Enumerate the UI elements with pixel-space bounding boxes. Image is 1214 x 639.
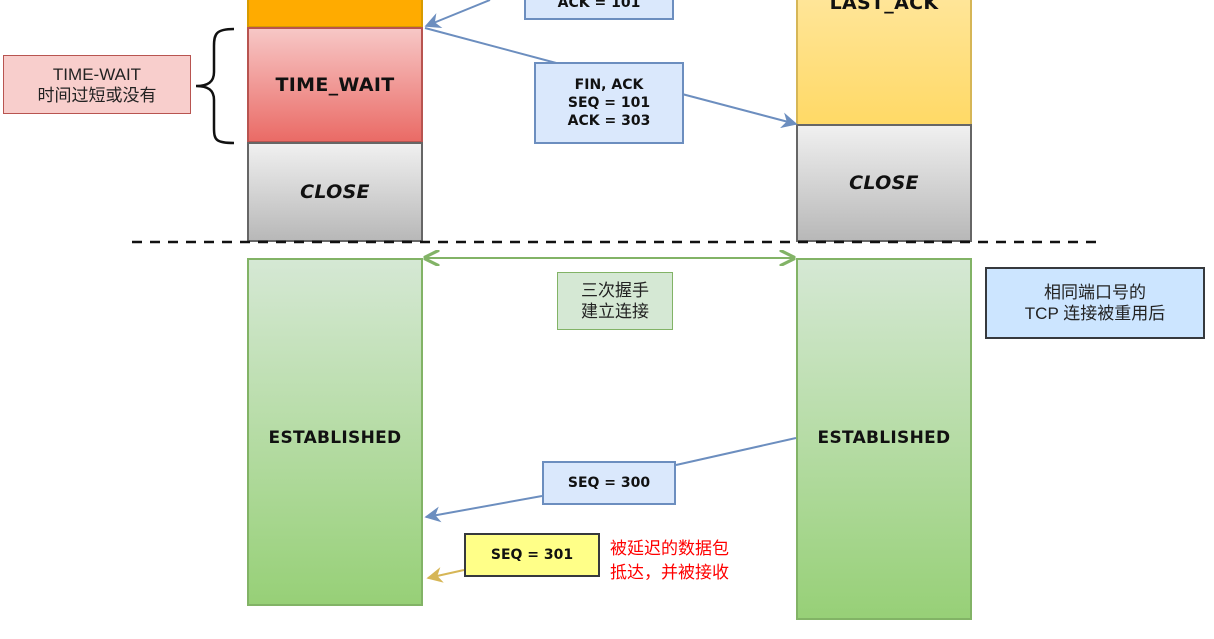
note-three-way-handshake: 三次握手 建立连接 [557,272,673,330]
brace-icon [195,27,235,145]
message-seq-300: SEQ = 300 [542,461,676,505]
arrow-fin-ack-to-server [424,27,561,65]
note-port-reused: 相同端口号的 TCP 连接被重用后 [985,267,1205,339]
message-seq-301: SEQ = 301 [464,533,600,577]
arrow-seq300-to-client [424,495,543,523]
arrow-seq301-to-client [426,567,465,583]
message-ack-101: ACK = 101 [524,0,674,20]
message-fin-ack: FIN, ACK SEQ = 101 ACK = 303 [534,62,684,144]
note-delayed-packet: 被延迟的数据包 抵达，并被接收 [610,539,729,582]
arrow-fin-ack-to-server-end [681,93,798,129]
note-time-wait-short: TIME-WAIT 时间过短或没有 [3,55,191,114]
arrow-ack-to-client [424,0,491,28]
arrow-seq300-from-server [675,437,797,466]
